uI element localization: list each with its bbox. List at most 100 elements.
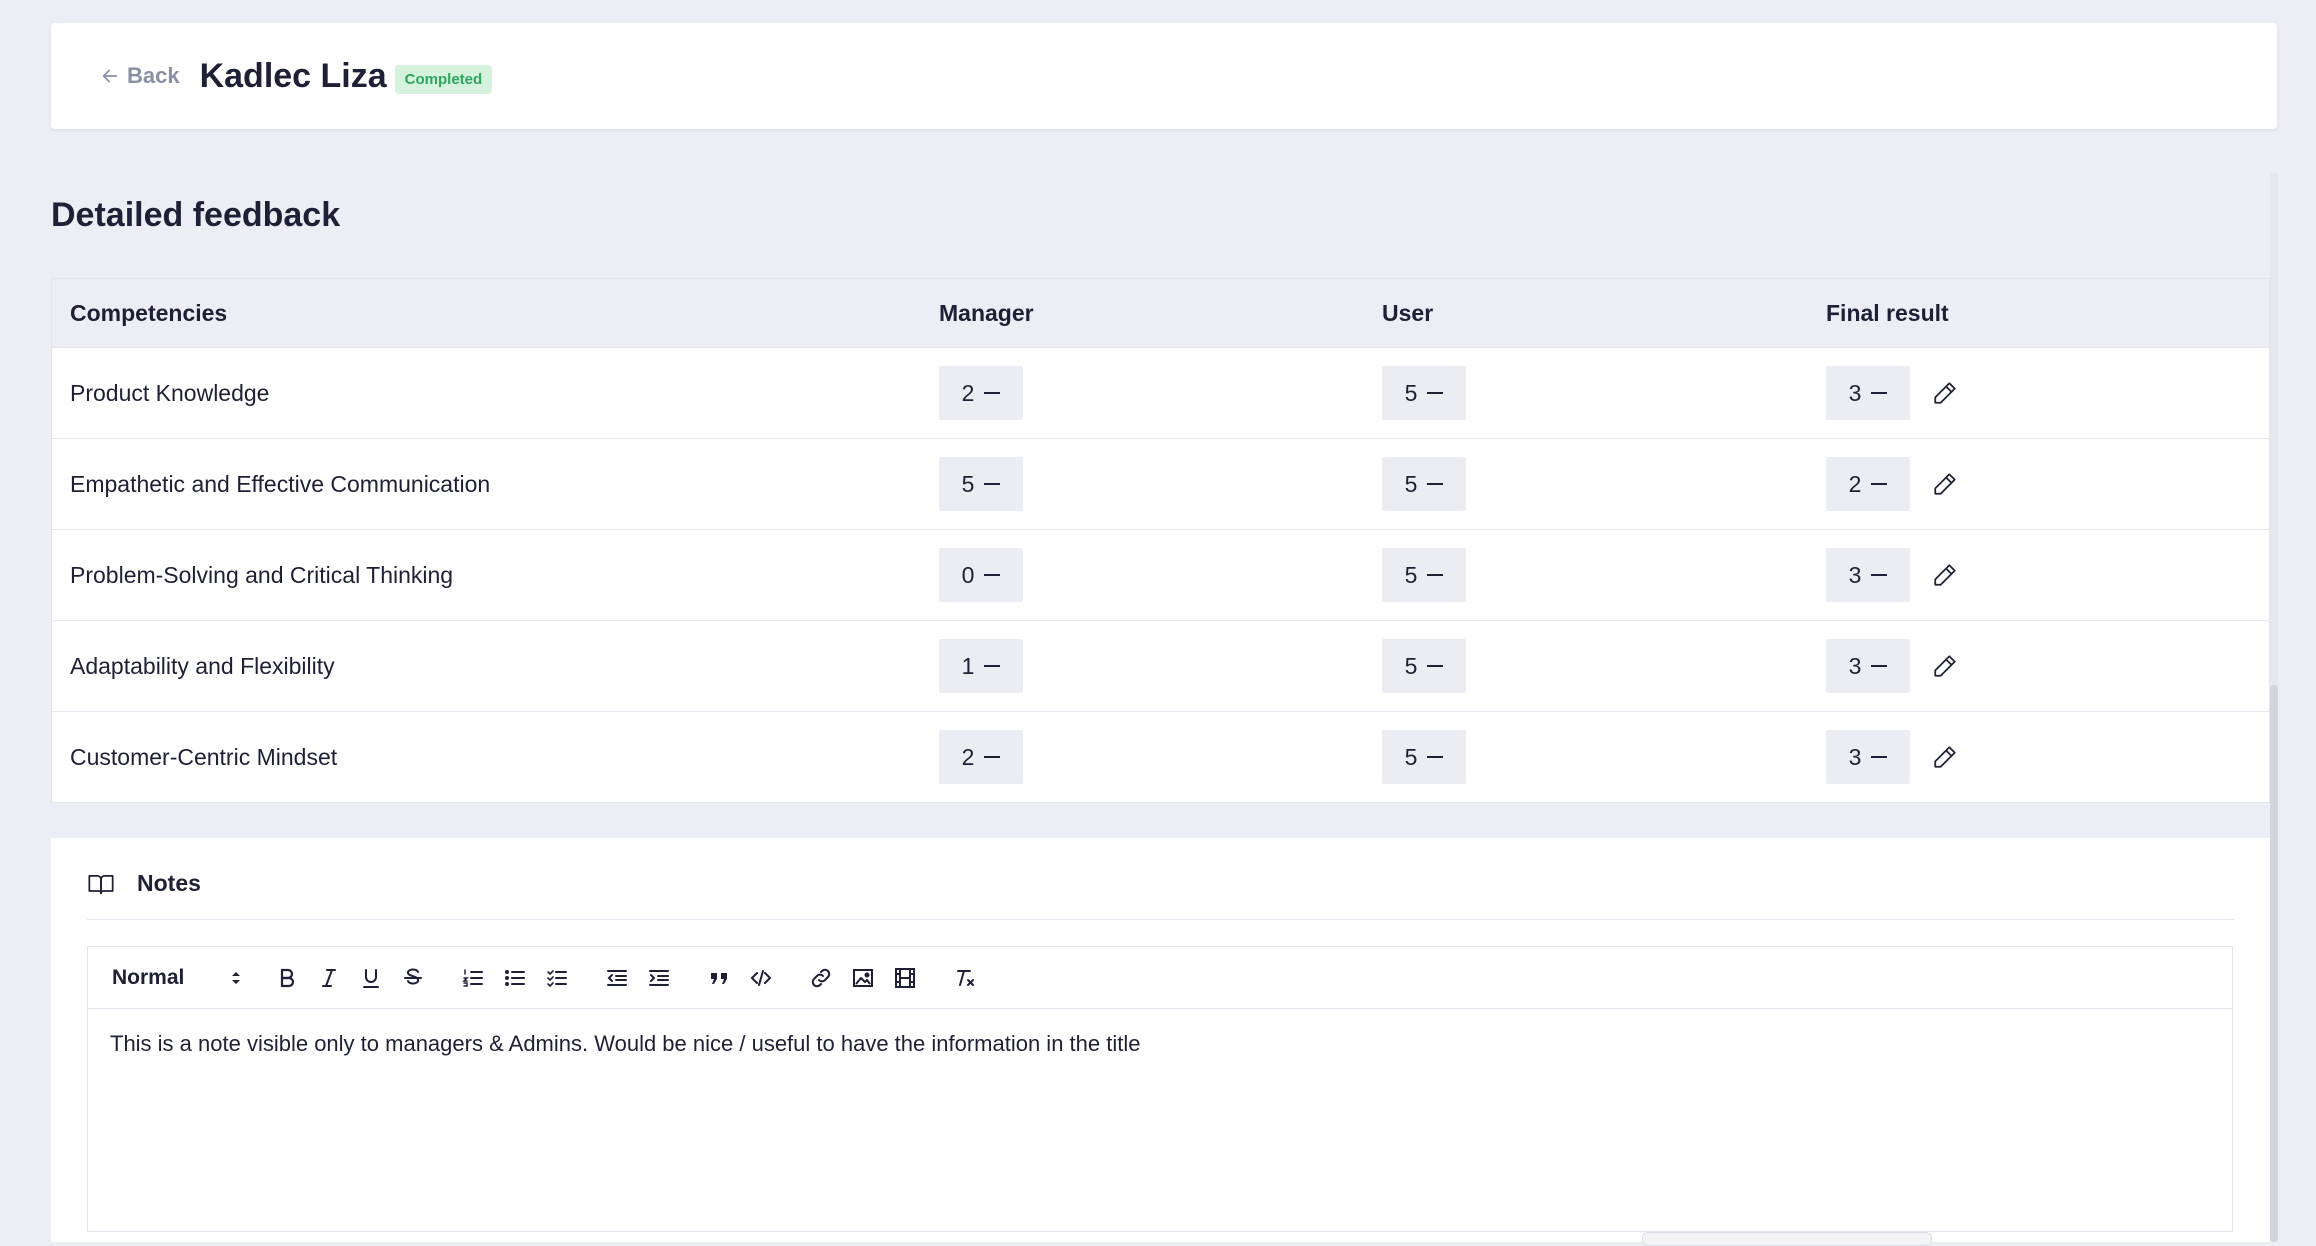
dash-icon [984,665,1001,667]
dash-icon [984,574,1001,576]
user-score-value: 5 [1404,379,1418,406]
sort-arrows-icon [230,969,242,987]
table-header: Competencies Manager User Final result [52,279,2269,347]
final-score-value: 3 [1848,743,1862,770]
book-icon [87,870,115,898]
pencil-icon[interactable] [1932,744,1958,770]
clear-format-button[interactable] [950,963,980,993]
editor-content[interactable]: This is a note visible only to managers … [88,1009,2232,1080]
user-score[interactable]: 5 [1382,457,1466,511]
table-row: Empathetic and Effective Communication 5 5… [52,438,2269,529]
italic-button[interactable] [314,963,344,993]
bullet-list-button[interactable] [500,963,530,993]
scrollbar[interactable] [2270,173,2278,1242]
user-score-value: 5 [1404,561,1418,588]
final-score[interactable]: 3 [1826,548,1910,602]
dash-icon [984,392,1001,394]
manager-score-value: 0 [961,561,975,588]
outdent-button[interactable] [602,963,632,993]
table-row: Customer-Centric Mindset 2 5 3 [52,711,2269,802]
dash-icon [1871,483,1888,485]
format-select-value: Normal [112,965,185,989]
dash-icon [1871,665,1888,667]
rich-text-editor: Normal This is a note visible only to ma… [87,946,2233,1232]
status-badge: Completed [394,64,493,94]
underline-button[interactable] [356,963,386,993]
final-score[interactable]: 3 [1826,639,1910,693]
manager-score-value: 2 [961,743,975,770]
scrollbar-thumb[interactable] [2270,685,2278,1242]
dash-icon [1871,574,1888,576]
final-score[interactable]: 2 [1826,457,1910,511]
user-score-value: 5 [1404,743,1418,770]
dash-icon [1427,574,1444,576]
page-header: Back Kadlec Liza Completed [51,23,2277,129]
editor-toolbar: Normal [88,947,2232,1009]
final-score-value: 3 [1848,561,1862,588]
back-label: Back [127,63,180,88]
link-button[interactable] [806,963,836,993]
competency-name: Adaptability and Flexibility [70,652,335,679]
user-score[interactable]: 5 [1382,639,1466,693]
back-button[interactable]: Back [99,63,180,89]
feedback-table: Competencies Manager User Final result P… [51,278,2270,803]
final-score[interactable]: 3 [1826,730,1910,784]
dash-icon [984,483,1001,485]
user-score-value: 5 [1404,470,1418,497]
table-row: Adaptability and Flexibility 1 5 3 [52,620,2269,711]
section-title: Detailed feedback [51,196,341,234]
manager-score-value: 5 [961,470,975,497]
dash-icon [1871,756,1888,758]
pencil-icon[interactable] [1932,380,1958,406]
pencil-icon[interactable] [1932,653,1958,679]
notes-title: Notes [137,870,201,896]
column-header-user: User [1382,299,1434,326]
dash-icon [1871,392,1888,394]
notes-card: Notes Normal This is a note visible only… [51,838,2270,1242]
competency-name: Product Knowledge [70,379,270,406]
dash-icon [1427,483,1444,485]
final-score-value: 2 [1848,470,1862,497]
checklist-button[interactable] [542,963,572,993]
user-score[interactable]: 5 [1382,548,1466,602]
final-score[interactable]: 3 [1826,366,1910,420]
pencil-icon[interactable] [1932,562,1958,588]
manager-score[interactable]: 1 [939,639,1023,693]
dash-icon [1427,756,1444,758]
manager-score[interactable]: 5 [939,457,1023,511]
competency-name: Customer-Centric Mindset [70,743,338,770]
floating-panel [1642,1232,1932,1246]
notes-header: Notes [87,868,2234,920]
blockquote-button[interactable] [704,963,734,993]
user-score-value: 5 [1404,652,1418,679]
code-button[interactable] [746,963,776,993]
table-row: Problem-Solving and Critical Thinking 0 5 3 [52,529,2269,620]
video-button[interactable] [890,963,920,993]
competency-name: Empathetic and Effective Communication [70,470,491,497]
page-title: Kadlec Liza [199,56,387,95]
ordered-list-button[interactable] [458,963,488,993]
user-score[interactable]: 5 [1382,366,1466,420]
manager-score[interactable]: 2 [939,366,1023,420]
indent-button[interactable] [644,963,674,993]
strikethrough-button[interactable] [398,963,428,993]
final-score-value: 3 [1848,652,1862,679]
table-row: Product Knowledge 2 5 3 [52,347,2269,438]
competency-name: Problem-Solving and Critical Thinking [70,561,454,588]
manager-score-value: 1 [961,652,975,679]
manager-score[interactable]: 2 [939,730,1023,784]
pencil-icon[interactable] [1932,471,1958,497]
user-score[interactable]: 5 [1382,730,1466,784]
manager-score[interactable]: 0 [939,548,1023,602]
bold-button[interactable] [272,963,302,993]
dash-icon [984,756,1001,758]
dash-icon [1427,665,1444,667]
image-button[interactable] [848,963,878,993]
column-header-manager: Manager [939,299,1034,326]
arrow-left-icon [99,65,121,87]
final-score-value: 3 [1848,379,1862,406]
column-header-competencies: Competencies [70,299,228,326]
column-header-final-result: Final result [1826,299,1949,326]
format-select[interactable]: Normal [112,966,242,990]
dash-icon [1427,392,1444,394]
